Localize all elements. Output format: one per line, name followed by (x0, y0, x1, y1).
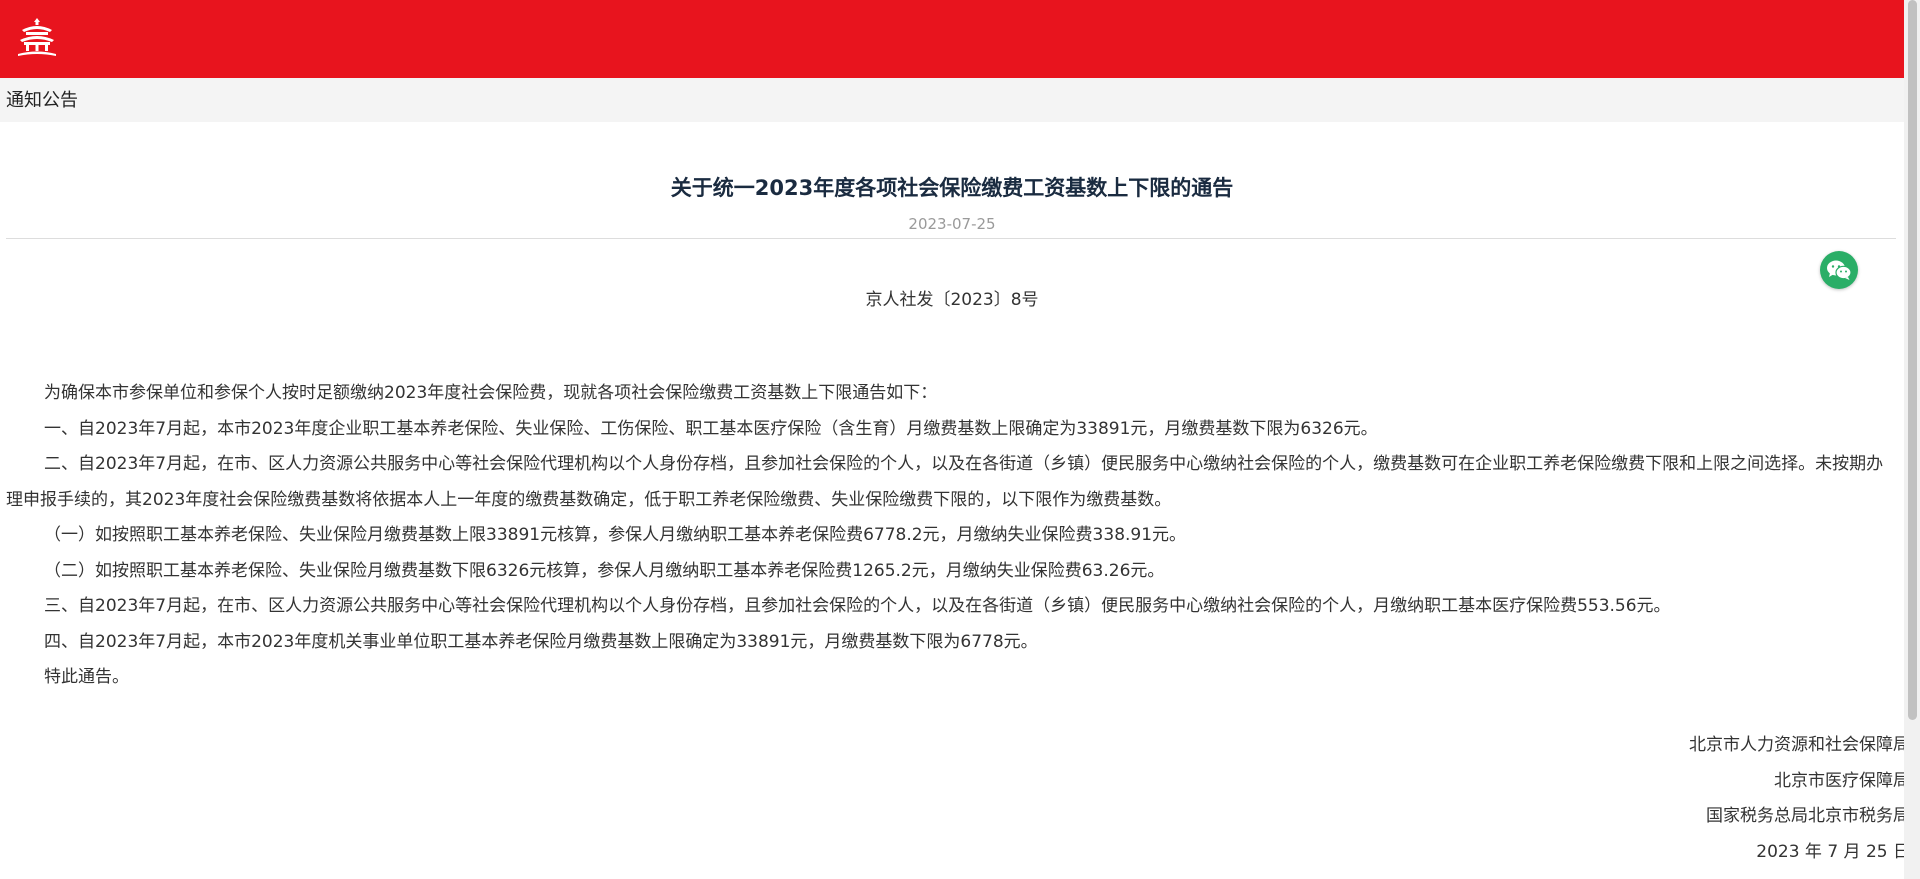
document-number: 京人社发〔2023〕8号 (865, 290, 1039, 310)
paragraph: （二）如按照职工基本养老保险、失业保险月缴费基数下限6326元核算，参保人月缴纳… (44, 560, 1165, 581)
title-divider (6, 238, 1896, 239)
signature-block: 北京市人力资源和社会保障局 北京市医疗保障局 国家税务总局北京市税务局 2023… (1689, 728, 1910, 870)
signatory: 北京市人力资源和社会保障局 (1689, 735, 1910, 755)
wechat-share-button[interactable] (1820, 251, 1858, 289)
article-date: 2023-07-25 (908, 215, 996, 233)
signatory: 北京市医疗保障局 (1774, 770, 1910, 791)
paragraph: （一）如按照职工基本养老保险、失业保险月缴费基数上限33891元核算，参保人月缴… (44, 525, 1187, 545)
scrollbar-thumb[interactable] (1908, 0, 1917, 720)
paragraph: 一、自2023年7月起，本市2023年度企业职工基本养老保险、失业保险、工伤保险… (44, 418, 1378, 439)
article-body: 为确保本市参保单位和参保个人按时足额缴纳2023年度社会保险费，现就各项社会保险… (6, 376, 1898, 696)
header-bar (0, 0, 1904, 78)
beijing-hrss-logo-icon (18, 18, 56, 56)
breadcrumb-item-notices[interactable]: 通知公告 (6, 91, 78, 111)
paragraph: 为确保本市参保单位和参保个人按时足额缴纳2023年度社会保险费，现就各项社会保险… (44, 383, 938, 403)
paragraph: 三、自2023年7月起，在市、区人力资源公共服务中心等社会保险代理机构以个人身份… (44, 596, 1671, 616)
paragraph: 特此通告。 (44, 667, 129, 687)
site-logo-link[interactable] (14, 16, 60, 60)
signature-date: 2023 年 7 月 25 日 (1756, 841, 1910, 862)
vertical-scrollbar[interactable] (1904, 0, 1920, 879)
breadcrumb: 通知公告 (0, 78, 1904, 122)
article-title: 关于统一2023年度各项社会保险缴费工资基数上下限的通告 (670, 176, 1234, 200)
page: 通知公告 关于统一2023年度各项社会保险缴费工资基数上下限的通告 2023-0… (0, 0, 1920, 879)
paragraph: 四、自2023年7月起，本市2023年度机关事业单位职工基本养老保险月缴费基数上… (44, 631, 1038, 652)
wechat-icon (1827, 260, 1852, 280)
signatory: 国家税务总局北京市税务局 (1706, 806, 1910, 826)
paragraph: 二、自2023年7月起，在市、区人力资源公共服务中心等社会保险代理机构以个人身份… (6, 454, 1884, 510)
